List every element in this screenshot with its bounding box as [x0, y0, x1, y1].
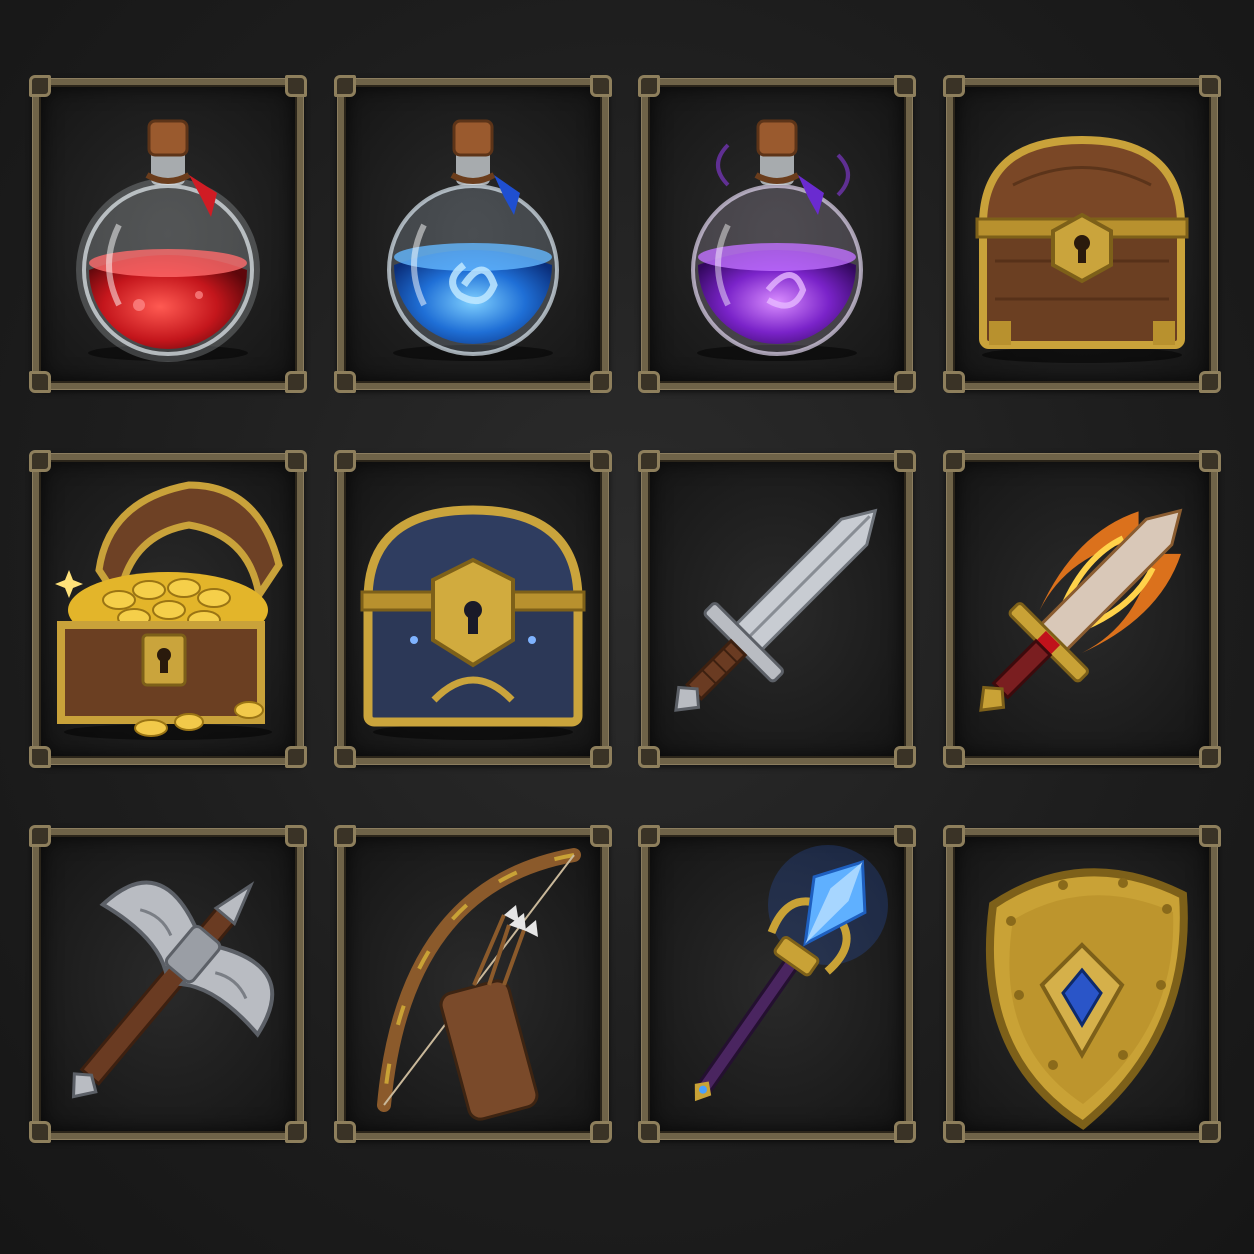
- inventory-slot-wooden-chest[interactable]: [943, 75, 1221, 393]
- blue-chest-icon: [360, 505, 586, 740]
- inventory-slot-bow[interactable]: [334, 825, 612, 1143]
- battle-axe-icon: [71, 880, 275, 1099]
- inventory-slot-gold-chest[interactable]: [29, 450, 307, 768]
- fire-sword-icon: [979, 508, 1183, 712]
- inventory-slot-sword[interactable]: [638, 450, 916, 768]
- crystal-staff-icon: [694, 845, 888, 1102]
- treasure-chest-icon: [975, 135, 1189, 363]
- inventory-grid: [0, 0, 1254, 1254]
- purple-potion-icon: [691, 119, 863, 361]
- inventory-slot-golden-shield[interactable]: [943, 825, 1221, 1143]
- inventory-slot-purple-potion[interactable]: [638, 75, 916, 393]
- sword-icon: [674, 508, 878, 712]
- red-potion-icon: [76, 119, 260, 362]
- blue-potion-icon: [387, 119, 559, 361]
- inventory-slot-battle-axe[interactable]: [29, 825, 307, 1143]
- inventory-slot-fire-sword[interactable]: [943, 450, 1221, 768]
- inventory-slot-blue-chest[interactable]: [334, 450, 612, 768]
- shield-icon: [985, 868, 1188, 1130]
- inventory-slot-blue-potion[interactable]: [334, 75, 612, 393]
- inventory-slot-crystal-staff[interactable]: [638, 825, 916, 1143]
- gold-chest-icon: [55, 481, 283, 740]
- inventory-slot-red-potion[interactable]: [29, 75, 307, 393]
- bow-icon: [377, 848, 581, 1121]
